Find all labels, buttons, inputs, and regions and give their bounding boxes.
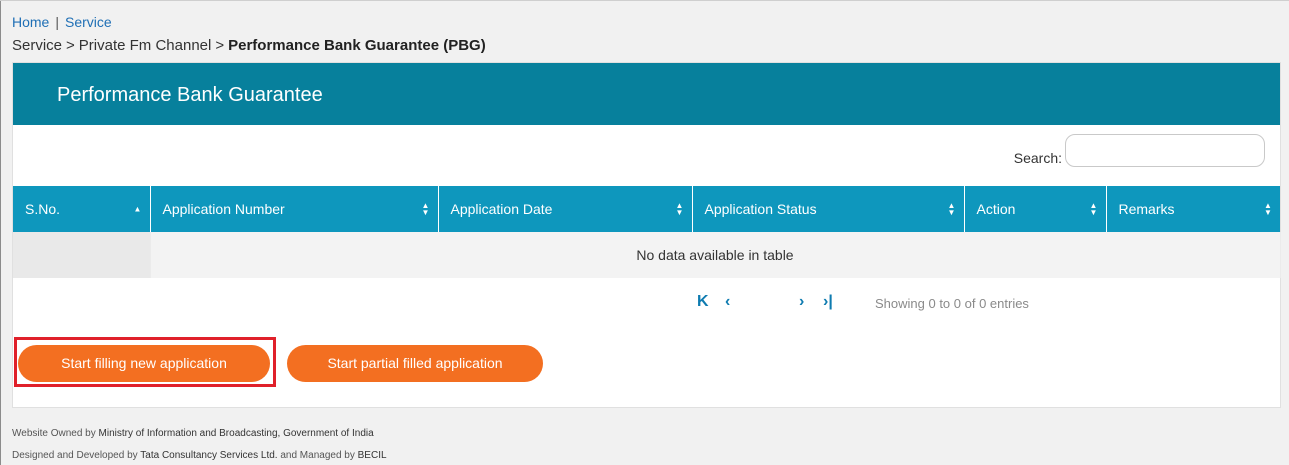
sort-icon: ▲ ▼ (947, 201, 956, 217)
column-label: Application Status (704, 201, 817, 217)
breadcrumb-separator: > (215, 37, 225, 54)
column-label: Remarks (1118, 201, 1175, 217)
search-input[interactable] (1065, 134, 1265, 167)
empty-table-message: No data available in table (150, 232, 1281, 278)
table-row: No data available in table (13, 232, 1281, 278)
column-label: S.No. (25, 201, 61, 217)
home-link[interactable]: Home (12, 14, 49, 30)
sort-asc-icon: ▲ (133, 204, 142, 214)
column-header-application-status[interactable]: Application Status ▲ ▼ (692, 186, 965, 232)
pbg-panel: Performance Bank Guarantee Search: S.No.… (12, 62, 1281, 408)
footer-credits: Designed and Developed by Tata Consultan… (12, 450, 387, 462)
top-navigation: Home | Service (12, 14, 112, 30)
window-top-border (0, 0, 1289, 1)
breadcrumb-item-service[interactable]: Service (12, 37, 62, 54)
sort-icon: ▲ ▼ (421, 201, 430, 217)
column-header-action[interactable]: Action ▲ ▼ (964, 186, 1107, 232)
breadcrumb-item-private-fm[interactable]: Private Fm Channel (79, 37, 212, 54)
column-label: Action (976, 201, 1016, 217)
start-new-application-button[interactable]: Start filling new application (18, 345, 270, 382)
column-header-application-number[interactable]: Application Number ▲ ▼ (150, 186, 439, 232)
footer-managed-prefix: and Managed by (280, 450, 355, 461)
nav-separator: | (55, 14, 59, 30)
sort-icon: ▲ ▼ (1264, 201, 1272, 217)
next-page-icon[interactable]: › (799, 293, 804, 311)
footer-designed-prefix: Designed and Developed by (12, 450, 138, 461)
table-header-row: S.No. ▲ Application Number ▲ ▼ Application … (13, 186, 1280, 232)
previous-page-icon[interactable]: ‹ (725, 293, 730, 311)
breadcrumb-separator: > (66, 37, 75, 54)
last-page-icon[interactable]: ›| (823, 293, 833, 311)
first-page-icon[interactable]: K (697, 293, 709, 311)
page-title: Performance Bank Guarantee (57, 84, 323, 106)
footer-manager: BECIL (357, 450, 387, 461)
table-cell-empty-sno (13, 232, 151, 278)
sort-icon: ▲ ▼ (1089, 201, 1098, 217)
panel-header: Performance Bank Guarantee (13, 63, 1280, 125)
column-header-sno[interactable]: S.No. ▲ (13, 186, 151, 232)
search-label: Search: (1013, 150, 1062, 166)
column-header-remarks[interactable]: Remarks ▲ ▼ (1106, 186, 1280, 232)
start-partial-application-button[interactable]: Start partial filled application (287, 345, 543, 382)
footer-developer: Tata Consultancy Services Ltd. (140, 450, 278, 461)
sort-icon: ▲ ▼ (675, 201, 684, 217)
breadcrumb: Service > Private Fm Channel > Performance B… (12, 37, 486, 55)
column-label: Application Number (162, 201, 285, 217)
footer-owned-prefix: Website Owned by (12, 428, 96, 439)
column-header-application-date[interactable]: Application Date ▲ ▼ (438, 186, 693, 232)
service-link[interactable]: Service (65, 14, 112, 30)
footer-ownership: Website Owned by Ministry of Information… (12, 428, 374, 440)
pagination-info: Showing 0 to 0 of 0 entries (875, 296, 1029, 311)
column-label: Application Date (450, 201, 553, 217)
breadcrumb-current: Performance Bank Guarantee (PBG) (228, 37, 486, 54)
window-left-border (0, 0, 1, 465)
applications-table: S.No. ▲ Application Number ▲ ▼ Application … (13, 186, 1281, 278)
footer-owner: Ministry of Information and Broadcasting… (98, 428, 374, 439)
